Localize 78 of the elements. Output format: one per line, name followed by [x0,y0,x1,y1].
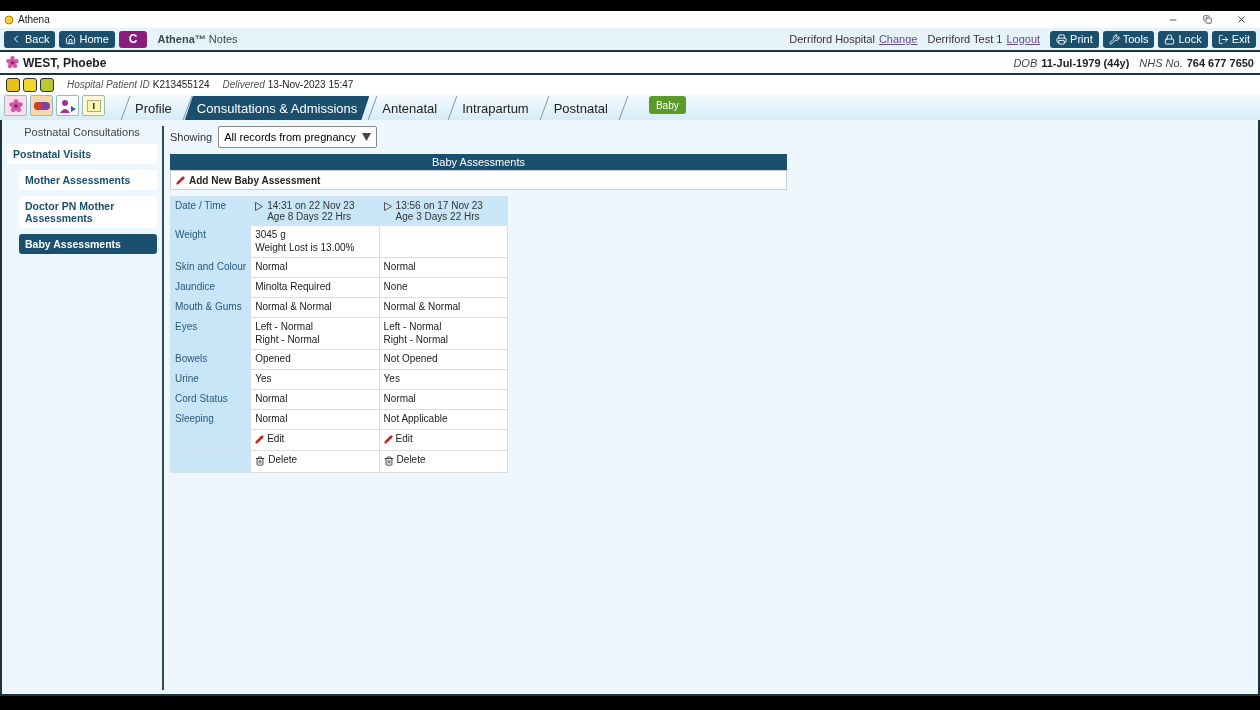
record-header[interactable]: 14:31 on 22 Nov 23 Age 8 Days 22 Hrs [250,196,380,226]
change-link[interactable]: Change [878,33,918,45]
row-header: Skin and Colour [170,257,251,278]
user-name: Derriford Test 1 [927,33,1003,45]
back-button[interactable]: Back [4,30,56,48]
sidebar-item[interactable]: Mother Assessments [19,170,157,190]
lock-icon [1164,33,1176,45]
table-cell: Left - Normal Right - Normal [379,317,508,350]
dropdown-arrow-icon [361,133,371,141]
wrench-icon [1108,33,1120,45]
printer-icon [1056,33,1068,45]
table-cell: Left - Normal Right - Normal [250,317,380,350]
row-header: Weight [170,225,251,258]
sidebar-item[interactable]: Doctor PN Mother Assessments [19,196,157,228]
app-logo-icon [4,14,14,25]
dob-value: 11-Jul-1979 (44y) [1041,56,1130,69]
nav-tab[interactable]: Consultations & Admissions [184,96,370,120]
add-assessment-link[interactable]: Add New Baby Assessment [170,170,787,190]
sidebar-heading: Postnatal Consultations [23,126,141,138]
expand-triangle-icon [383,202,392,211]
home-icon [65,33,77,45]
person-icon [59,98,76,113]
lock-button[interactable]: Lock [1158,30,1208,48]
app-name: Athena™ Notes [157,33,238,45]
records-dropdown[interactable]: All records from pregnancy [218,126,377,148]
nav-tab[interactable]: Antenatal [370,96,450,120]
edit-link[interactable]: Edit [383,433,413,446]
exit-icon [1217,33,1229,45]
calendar-icon [86,99,101,112]
row-header: Urine [170,369,251,390]
pill-icon [33,101,50,110]
flower-icon [8,98,23,113]
nhs-value: 764 677 7650 [1186,56,1254,69]
filter-label: Showing [170,131,213,143]
delete-link[interactable]: Delete [255,454,298,467]
dob-label: DOB [1013,56,1038,69]
row-header: Eyes [170,317,251,350]
row-header: Sleeping [170,409,251,430]
calendar-button[interactable] [82,95,105,116]
delivered-value: 13-Nov-2023 15:47 [267,79,354,90]
pencil-icon [176,175,185,185]
print-button[interactable]: Print [1050,30,1099,48]
exit-button[interactable]: Exit [1211,30,1256,48]
nav-tab[interactable]: Intrapartum [450,96,541,120]
tools-button[interactable]: Tools [1102,30,1155,48]
pencil-icon [383,434,393,444]
table-cell: 3045 g Weight Lost is 13.00% [250,225,380,258]
trash-icon [383,455,394,466]
trash-icon [255,455,266,466]
nhs-label: NHS No. [1139,56,1183,69]
letter-button[interactable]: C [118,30,148,48]
patient-id-label: Hospital Patient ID [67,79,150,90]
nav-tab[interactable]: Postnatal [541,96,620,120]
flower-icon [6,56,19,69]
sidebar-item[interactable]: Postnatal Visits [7,144,157,164]
sidebar-item[interactable]: Baby Assessments [19,234,157,254]
delivered-label: Delivered [222,79,265,90]
person-button[interactable] [56,95,79,116]
flower-button[interactable] [4,95,27,116]
edit-link[interactable]: Edit [255,433,285,446]
row-header: Date / Time [170,196,251,226]
window-title: Athena [18,14,51,25]
row-header: Cord Status [170,389,251,410]
patient-id-value: K213455124 [152,79,210,90]
pill-button[interactable] [30,95,53,116]
delete-link[interactable]: Delete [383,454,426,467]
logout-link[interactable]: Logout [1006,33,1041,45]
panel-title: Baby Assessments [170,154,787,170]
pencil-icon [255,434,265,444]
home-button[interactable]: Home [59,30,115,48]
row-header: Bowels [170,349,251,370]
record-header[interactable]: 13:56 on 17 Nov 23 Age 3 Days 22 Hrs [379,196,508,226]
row-header: Mouth & Gums [170,297,251,318]
expand-triangle-icon [255,202,264,211]
row-header: Jaundice [170,277,251,298]
nav-tab[interactable]: Profile [123,96,184,120]
hospital-name: Derriford Hospital [789,33,875,45]
patient-name: WEST, Phoebe [23,55,107,70]
